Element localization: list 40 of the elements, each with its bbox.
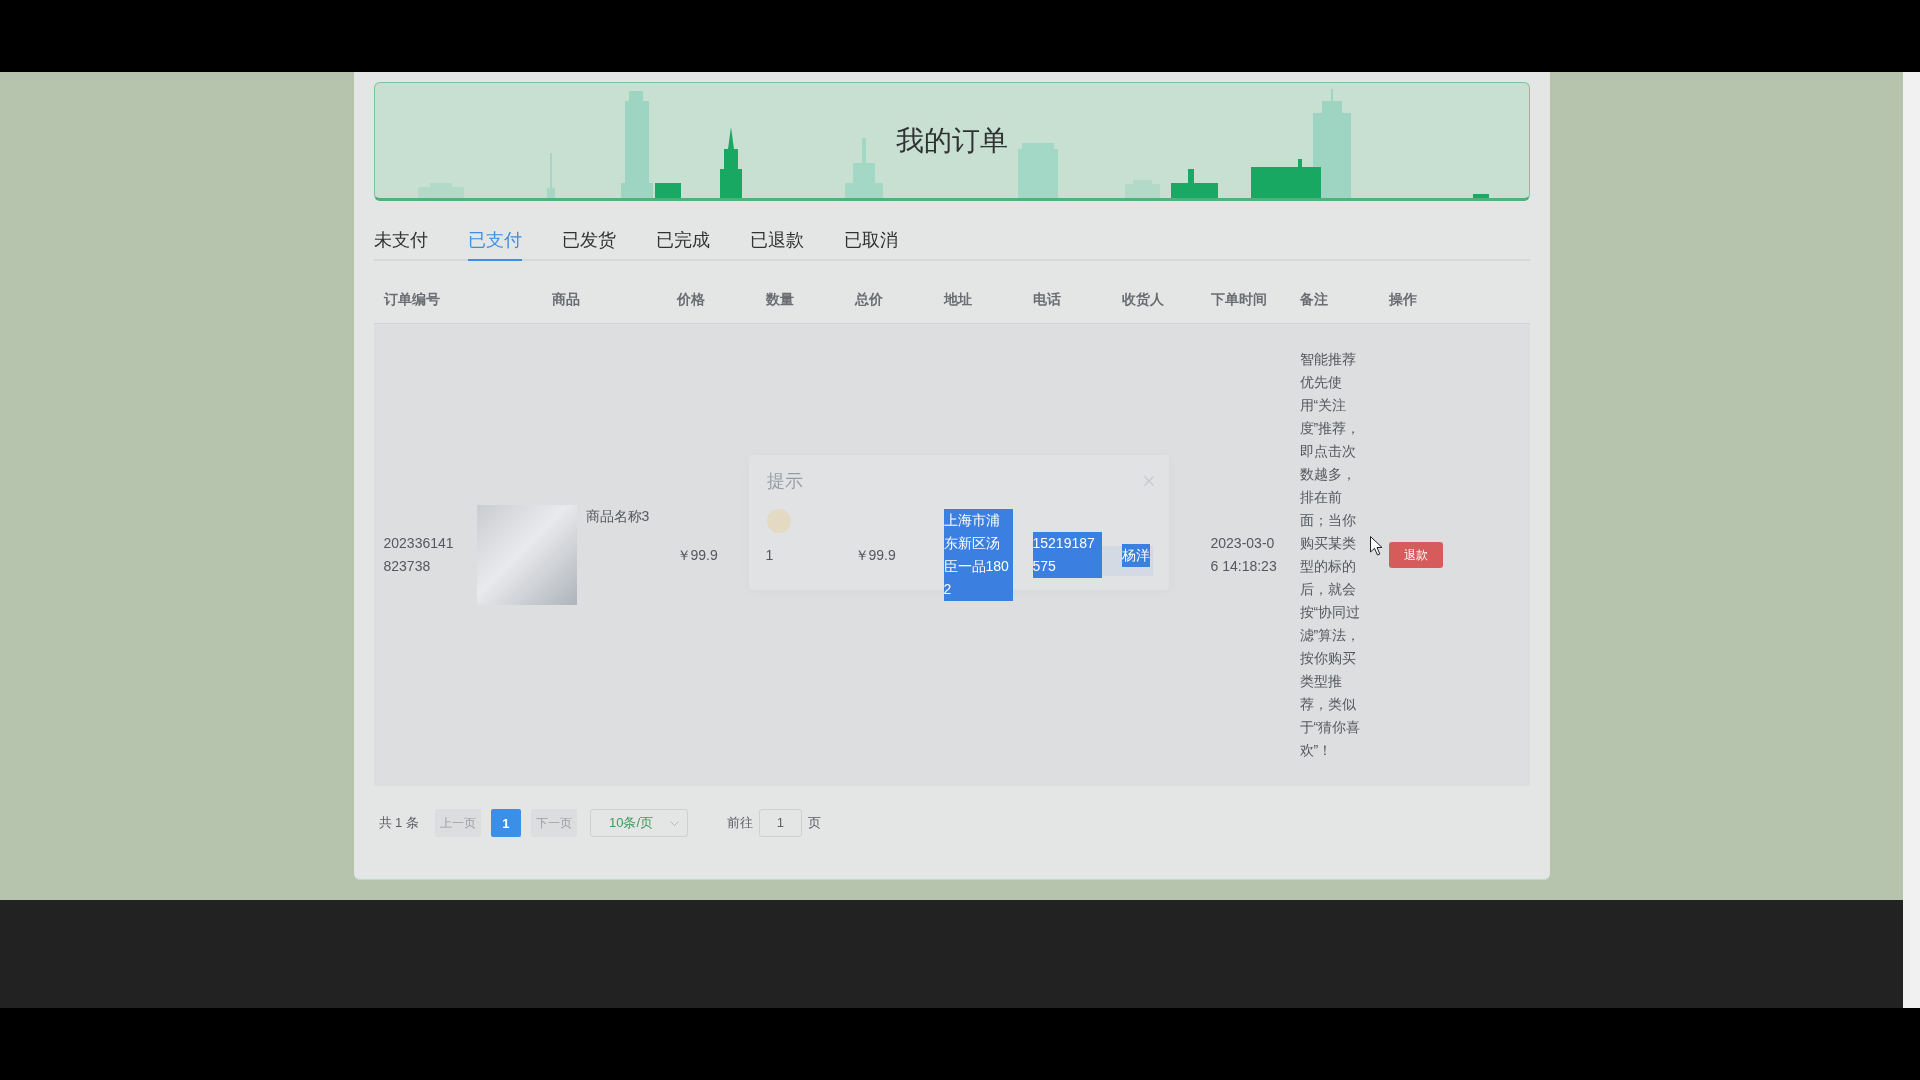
warning-icon: [766, 509, 791, 533]
column-header: 收货人: [1121, 291, 1164, 307]
column-header: 电话: [1032, 291, 1061, 307]
page-input[interactable]: 1: [758, 809, 802, 837]
column-header: 商品: [552, 291, 580, 307]
column-header: 下单时间: [1210, 291, 1267, 307]
jump-label: 前往: [726, 814, 753, 832]
dialog-title: 提示: [766, 470, 803, 493]
page-suffix: 页: [807, 814, 821, 832]
cursor-icon: [1369, 536, 1383, 556]
table-cell: ￥99.9: [676, 546, 718, 563]
product-name: 商品名称3: [585, 507, 650, 526]
page-size-select[interactable]: 10条/页: [589, 809, 688, 837]
column-header: 订单编号: [383, 291, 440, 307]
table-cell: 上海市浦东新区汤臣一品1802: [943, 509, 1013, 601]
scrollbar[interactable]: [1903, 72, 1920, 1008]
total-count: 共 1 条: [378, 814, 419, 832]
tab[interactable]: 已取消: [843, 221, 898, 261]
column-header: 数量: [765, 291, 794, 307]
refund-button[interactable]: 退款: [1388, 542, 1443, 568]
chevron-icon: [669, 820, 679, 826]
column-header: 备注: [1299, 291, 1328, 307]
tab[interactable]: 已发货: [561, 221, 616, 261]
table-cell-text: 202336141823738: [383, 534, 455, 576]
column-header: 总价: [854, 291, 883, 307]
close-icon[interactable]: [1143, 476, 1154, 486]
tab[interactable]: 已完成: [655, 221, 710, 261]
column-header: 操作: [1388, 291, 1417, 307]
table-cell-text: 2023-03-06 14:18:23: [1210, 534, 1278, 576]
table-cell-text: 智能推荐优先使用“关注度”推荐，即点击次数越多，排在前面；当你购买某类型的标的后，就会按“协同过滤”算法，按你购买类型推荐，类似于“猜你喜欢”！: [1299, 350, 1362, 760]
page-number[interactable]: 1: [490, 809, 521, 837]
table-cell: ￥99.9: [854, 546, 896, 563]
table-cell: 1: [765, 546, 774, 563]
column-header: 地址: [943, 291, 972, 307]
tab[interactable]: 已支付: [467, 221, 522, 261]
column-header: 价格: [676, 291, 705, 307]
tab[interactable]: 未支付: [373, 221, 428, 261]
banner-title: 我的订单: [895, 123, 1008, 158]
tab[interactable]: 已退款: [749, 221, 804, 261]
table-cell: 15219187575: [1032, 532, 1102, 578]
